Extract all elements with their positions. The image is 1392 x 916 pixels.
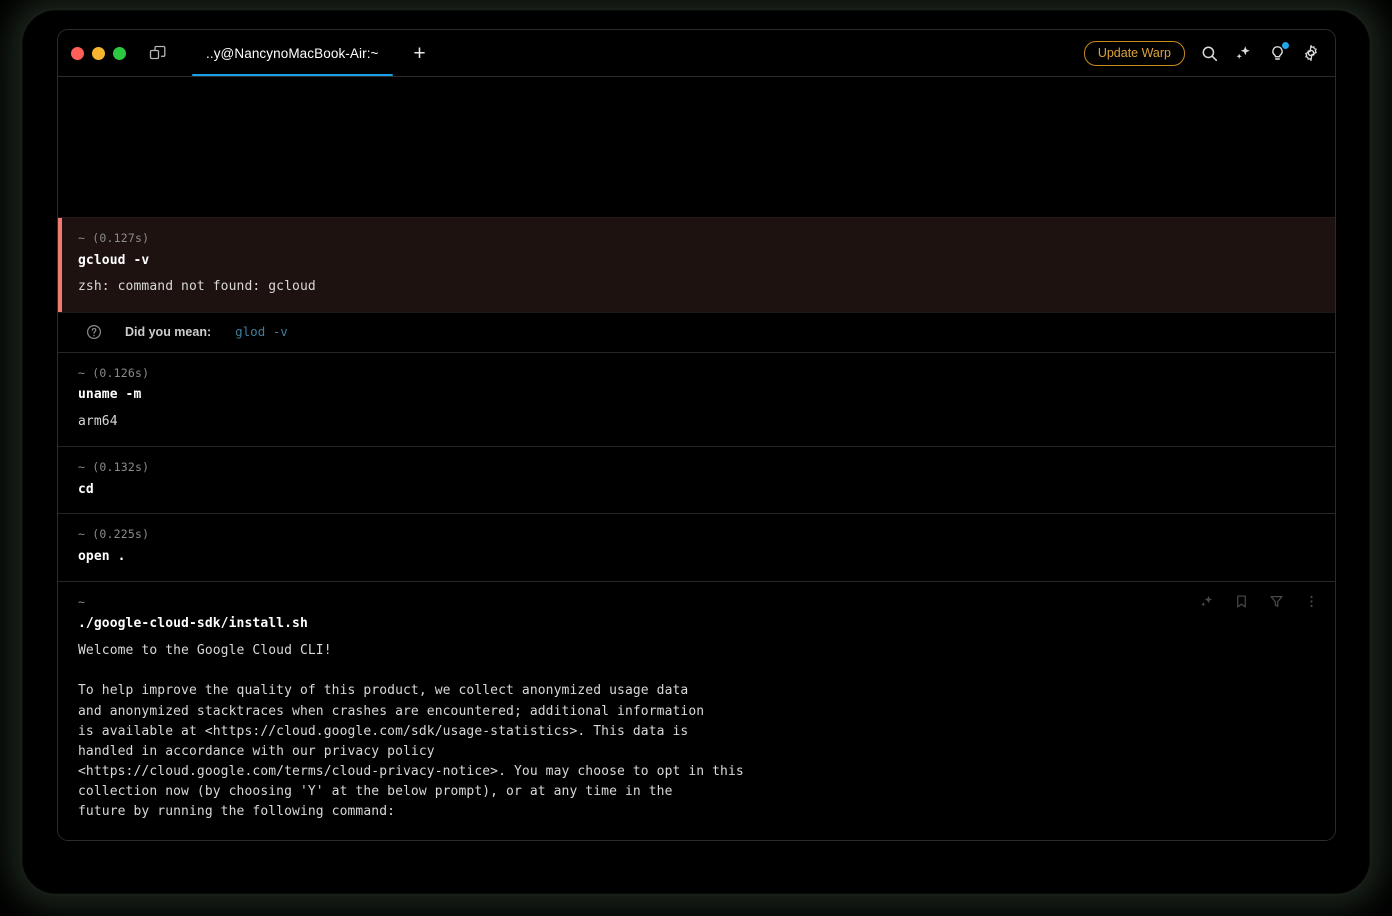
block-output: Welcome to the Google Cloud CLI! To help… bbox=[78, 643, 744, 820]
block-output: zsh: command not found: gcloud bbox=[78, 279, 316, 295]
more-options-icon[interactable] bbox=[1303, 594, 1319, 610]
close-window-button[interactable] bbox=[71, 46, 84, 60]
split-panes-icon[interactable] bbox=[146, 42, 168, 64]
notification-badge bbox=[1282, 42, 1289, 49]
block-command: ./google-cloud-sdk/install.sh bbox=[78, 616, 308, 632]
did-you-mean-row[interactable]: Did you mean: glod -v bbox=[58, 311, 1335, 352]
block-action-bar bbox=[1198, 594, 1319, 610]
sparkle-icon[interactable] bbox=[1233, 43, 1253, 63]
block-command: gcloud -v bbox=[78, 252, 150, 268]
sparkle-icon[interactable] bbox=[1198, 594, 1214, 610]
terminal-top-spacer bbox=[58, 77, 1335, 217]
minimize-window-button[interactable] bbox=[92, 46, 105, 60]
bookmark-icon[interactable] bbox=[1233, 594, 1249, 610]
block-command: open . bbox=[78, 548, 126, 564]
did-you-mean-label: Did you mean: bbox=[125, 324, 212, 339]
block-meta: ~ (0.225s) bbox=[78, 527, 150, 542]
command-block-cd[interactable]: ~ (0.132s) cd bbox=[58, 446, 1335, 513]
title-bar: ..y@NancynoMacBook-Air:~ + Update Warp bbox=[58, 30, 1335, 77]
block-output: arm64 bbox=[78, 413, 118, 429]
block-meta: ~ (0.127s) bbox=[78, 231, 150, 245]
command-block-uname[interactable]: ~ (0.126s) uname -m arm64 bbox=[58, 351, 1335, 447]
block-meta: ~ bbox=[78, 594, 86, 609]
command-block-install-sh[interactable]: ~ ./google-cloud-sdk/install.sh Welcome … bbox=[58, 580, 1335, 840]
gear-icon[interactable] bbox=[1301, 43, 1321, 63]
block-meta: ~ (0.132s) bbox=[78, 460, 150, 474]
tab-label: ..y@NancynoMacBook-Air:~ bbox=[206, 45, 379, 61]
suggested-command[interactable]: glod -v bbox=[235, 324, 288, 339]
terminal-output-area[interactable]: ~ (0.127s) gcloud -v zsh: command not fo… bbox=[58, 77, 1335, 840]
block-command: uname -m bbox=[78, 387, 142, 403]
warp-terminal-window: ..y@NancynoMacBook-Air:~ + Update Warp ~… bbox=[57, 29, 1336, 841]
desktop-background: ..y@NancynoMacBook-Air:~ + Update Warp ~… bbox=[0, 0, 1392, 916]
tab-strip: ..y@NancynoMacBook-Air:~ + bbox=[182, 30, 437, 76]
block-command: cd bbox=[78, 481, 94, 497]
update-warp-button[interactable]: Update Warp bbox=[1083, 40, 1185, 66]
command-block-open[interactable]: ~ (0.225s) open . bbox=[58, 513, 1335, 580]
command-block-gcloud-version[interactable]: ~ (0.127s) gcloud -v zsh: command not fo… bbox=[58, 217, 1335, 312]
search-icon[interactable] bbox=[1199, 43, 1219, 63]
tab-session-active[interactable]: ..y@NancynoMacBook-Air:~ bbox=[182, 30, 403, 76]
new-tab-label: + bbox=[413, 41, 426, 65]
filter-icon[interactable] bbox=[1268, 594, 1284, 610]
title-bar-actions: Update Warp bbox=[1083, 40, 1335, 66]
maximize-window-button[interactable] bbox=[113, 46, 126, 60]
window-controls bbox=[58, 46, 126, 60]
lightbulb-icon[interactable] bbox=[1267, 42, 1289, 63]
new-tab-button[interactable]: + bbox=[403, 30, 437, 76]
question-circle-icon bbox=[85, 323, 103, 341]
block-meta: ~ (0.126s) bbox=[78, 365, 150, 380]
